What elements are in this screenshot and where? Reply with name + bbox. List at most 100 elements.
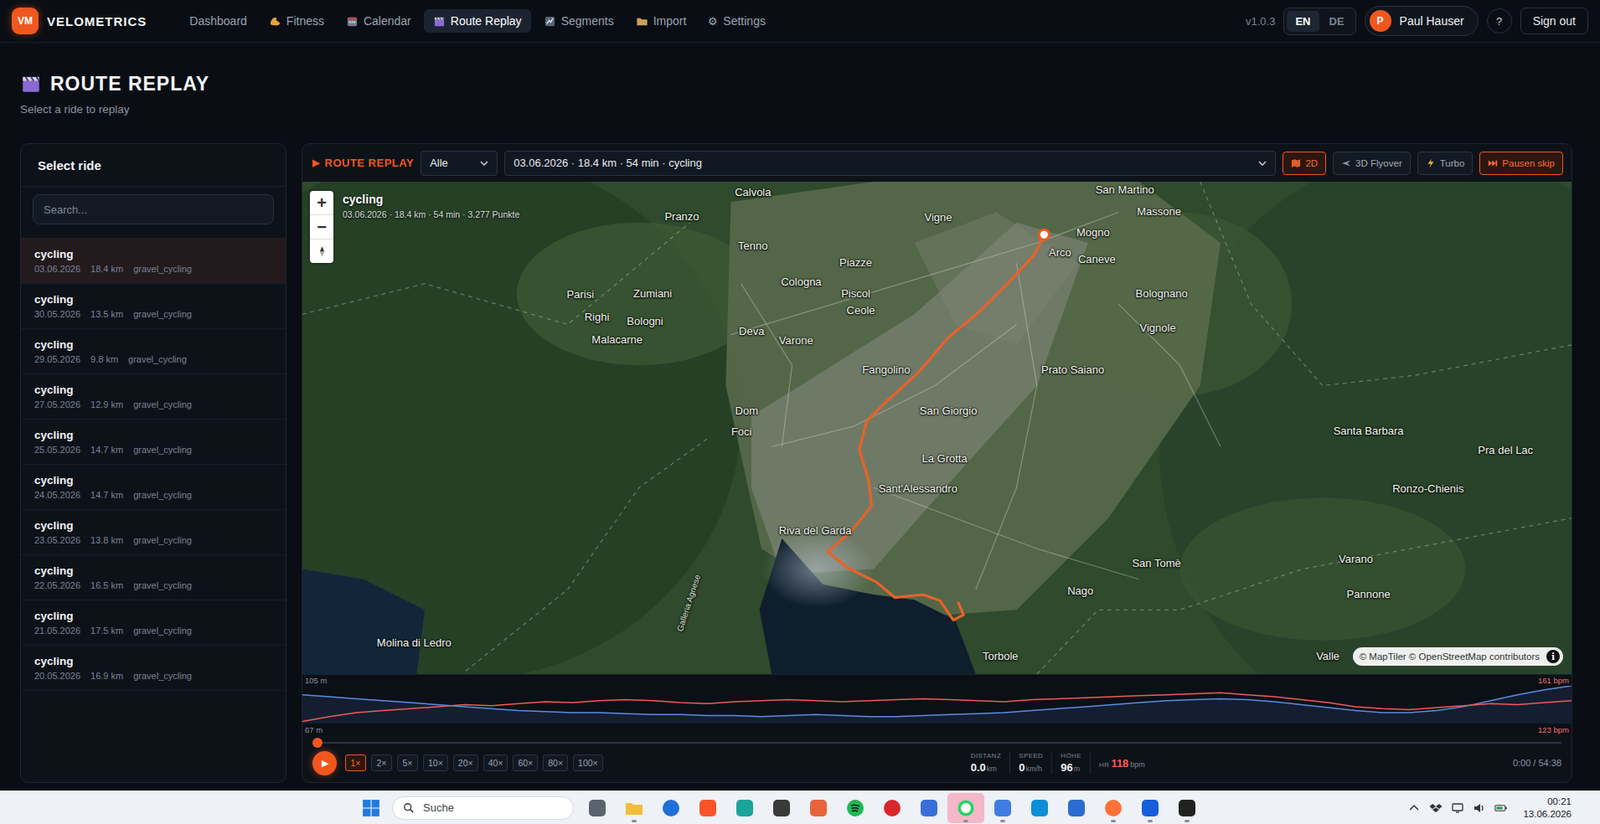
mode-button[interactable]: Pausen skip (1479, 151, 1564, 176)
battery-icon[interactable] (1494, 801, 1508, 816)
taskbar-app[interactable] (1058, 793, 1095, 824)
ride-select[interactable]: 03.06.2026 · 18.4 km · 54 min · cycling (504, 150, 1276, 176)
mode-button[interactable]: 3D Flyover (1332, 151, 1411, 176)
speed-button[interactable]: 40× (483, 754, 509, 772)
taskbar-app[interactable] (1021, 793, 1059, 824)
taskbar-app[interactable] (689, 793, 727, 824)
zoom-out-button[interactable]: − (309, 215, 334, 240)
app-icon (1103, 798, 1124, 819)
info-icon[interactable]: i (1546, 650, 1560, 664)
ride-item[interactable]: cycling 24.05.2026 14.7 km gravel_cyclin… (20, 464, 286, 511)
ride-type: gravel_cycling (133, 399, 192, 410)
dropbox-icon[interactable] (1429, 801, 1443, 816)
page-title: ROUTE REPLAY (50, 72, 210, 96)
taskbar-app[interactable] (873, 793, 911, 824)
taskbar-app[interactable] (1094, 793, 1132, 824)
place-label: Prato Saiano (1041, 363, 1105, 377)
progress-slider[interactable] (312, 737, 1562, 749)
ride-item[interactable]: cycling 21.05.2026 17.5 km gravel_cyclin… (20, 600, 286, 646)
hr-min-label: 123 bpm (1538, 725, 1570, 735)
chevron-up-icon[interactable] (1407, 801, 1421, 816)
place-label: Piscol (841, 286, 871, 300)
place-label: Nago (1067, 584, 1094, 598)
display-icon[interactable] (1450, 801, 1465, 816)
ride-item[interactable]: cycling 23.05.2026 13.8 km gravel_cyclin… (20, 510, 286, 556)
nav-label: Import (653, 14, 687, 28)
clock[interactable]: 00:21 13.06.2026 (1522, 795, 1572, 821)
speed-button[interactable]: 80× (542, 754, 568, 772)
mode-button[interactable]: Turbo (1417, 151, 1474, 176)
ride-title: cycling (34, 519, 273, 532)
taskbar-app[interactable] (615, 793, 653, 824)
mode-button[interactable]: 2D (1282, 151, 1327, 176)
clapperboard-icon (433, 15, 446, 28)
place-label: Mogno (1076, 225, 1110, 238)
windows-start-icon[interactable] (361, 799, 381, 818)
app-icon (808, 798, 829, 819)
chart-icon (543, 15, 557, 28)
sign-out-button[interactable]: Sign out (1520, 7, 1589, 35)
speed-button[interactable]: 100× (572, 754, 604, 772)
taskbar-app[interactable] (984, 793, 1022, 824)
user-menu[interactable]: P Paul Hauser (1364, 5, 1479, 37)
taskbar-app[interactable] (910, 793, 948, 824)
running-indicator (1147, 820, 1153, 823)
elevation-max-label: 105 m (304, 676, 327, 686)
ride-item[interactable]: cycling 03.06.2026 18.4 km gravel_cyclin… (20, 238, 286, 284)
taskbar-app[interactable] (836, 793, 874, 824)
ride-item[interactable]: cycling 27.05.2026 12.9 km gravel_cyclin… (20, 374, 286, 420)
search-input[interactable] (32, 194, 274, 225)
taskbar-app[interactable] (1131, 793, 1169, 824)
ride-item[interactable]: cycling 29.05.2026 9.8 km gravel_cycling (20, 329, 286, 375)
brand[interactable]: VM VELOMETRICS (11, 7, 147, 35)
nav-item[interactable]: Route Replay (423, 9, 532, 33)
hr-max-label: 161 bpm (1538, 676, 1570, 686)
taskbar-app[interactable] (578, 793, 616, 824)
speed-button[interactable]: 5× (397, 754, 419, 772)
nav-item[interactable]: Dashboard (180, 9, 257, 33)
speed-button[interactable]: 20× (453, 754, 479, 772)
ride-title: cycling (34, 293, 273, 306)
nav-item[interactable]: ⚙ Settings (698, 9, 775, 33)
play-button[interactable]: ▶ (312, 751, 337, 776)
place-label: Zumiani (633, 286, 672, 300)
compass-button[interactable] (309, 239, 334, 264)
speed-button[interactable]: 1× (345, 754, 367, 772)
language-button[interactable]: EN (1286, 10, 1319, 32)
taskbar-app[interactable] (1168, 793, 1206, 824)
place-label: San Martino (1095, 183, 1155, 197)
taskbar-app[interactable] (947, 793, 985, 824)
zoom-in-button[interactable]: + (309, 190, 334, 216)
nav-item[interactable]: Import (626, 9, 697, 33)
nav-item[interactable]: Calendar (336, 9, 421, 33)
ride-title: cycling (34, 564, 273, 578)
help-button[interactable]: ? (1486, 8, 1513, 34)
ride-item[interactable]: cycling 25.05.2026 14.7 km gravel_cyclin… (20, 419, 286, 465)
map[interactable]: CalvolaPranzoVigneSan MartinoMassoneMogn… (302, 181, 1572, 675)
taskbar-app[interactable] (726, 793, 764, 824)
taskbar-app[interactable] (800, 793, 837, 824)
gear-icon: ⚙ (707, 15, 718, 28)
taskbar-app[interactable] (652, 793, 690, 824)
speed-button[interactable]: 2× (371, 754, 393, 772)
place-label: Riva del Garda (779, 524, 852, 537)
profile-chart[interactable]: 105 m 67 m 161 bpm 123 bpm (302, 674, 1572, 736)
ride-type: gravel_cycling (133, 263, 192, 274)
speed-button[interactable]: 10× (423, 754, 449, 772)
nav-item[interactable]: Segments (534, 9, 624, 33)
taskbar-search[interactable]: Suche (392, 796, 574, 821)
speaker-icon[interactable] (1472, 801, 1487, 816)
language-button[interactable]: DE (1321, 10, 1353, 32)
map-title: cycling (342, 192, 520, 207)
speed-button[interactable]: 60× (512, 754, 538, 772)
ride-title: cycling (34, 428, 273, 442)
ride-item[interactable]: cycling 20.05.2026 16.9 km gravel_cyclin… (20, 645, 286, 692)
type-filter-select[interactable]: Alle (420, 150, 498, 176)
ride-item[interactable]: cycling 30.05.2026 13.5 km gravel_cyclin… (20, 283, 286, 330)
place-label: Righi (584, 309, 610, 323)
ride-item[interactable]: cycling 22.05.2026 16.5 km gravel_cyclin… (20, 555, 286, 601)
progress-knob[interactable] (312, 738, 323, 749)
nav-item[interactable]: Fitness (259, 9, 334, 33)
taskbar-app[interactable] (763, 793, 800, 824)
running-indicator (1110, 820, 1116, 823)
